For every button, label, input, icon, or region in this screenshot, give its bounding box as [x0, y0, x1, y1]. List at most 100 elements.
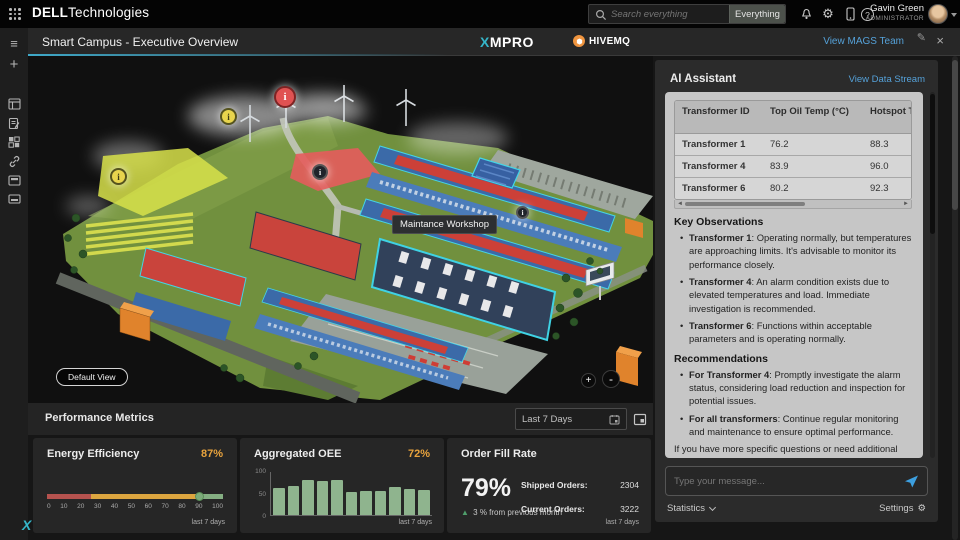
- edit-icon[interactable]: ✎: [917, 31, 926, 44]
- recommendations-list: For Transformer 4: Promptly investigate …: [680, 368, 914, 439]
- user-name: Gavin Green: [866, 4, 924, 15]
- tick-label: 50: [128, 503, 135, 510]
- mobile-icon[interactable]: [842, 6, 858, 22]
- calendar-icon: [609, 414, 620, 425]
- dell-logo: DELLTechnologies: [32, 5, 149, 20]
- warning-map-pin-2[interactable]: i: [110, 168, 127, 185]
- chevron-down-icon[interactable]: [951, 13, 957, 17]
- tick-label: 80: [178, 503, 185, 510]
- card-title: Energy Efficiency: [47, 448, 139, 460]
- recommendations-title: Recommendations: [674, 353, 914, 365]
- view-mags-team-link[interactable]: View MAGS Team: [823, 36, 904, 47]
- table-cell: Transformer 6: [675, 178, 763, 199]
- table-cell: Transformer 4: [675, 156, 763, 177]
- close-icon[interactable]: ×: [936, 33, 944, 48]
- left-sidebar: ≡ +: [0, 28, 28, 540]
- info-map-pin[interactable]: i: [312, 164, 328, 180]
- oee-bar: [389, 487, 401, 515]
- performance-metrics-header: Performance Metrics Last 7 Days: [28, 403, 653, 435]
- statistics-toggle[interactable]: Statistics: [667, 503, 715, 514]
- alert-map-pin[interactable]: i: [274, 86, 296, 108]
- default-view-button[interactable]: Default View: [56, 368, 128, 386]
- energy-efficiency-card: Energy Efficiency 87% 010203040506070809…: [33, 438, 237, 533]
- gear-icon[interactable]: ⚙: [820, 6, 836, 22]
- oee-bar: [302, 480, 314, 515]
- card-title: Aggregated OEE: [254, 448, 341, 460]
- sidebar-item-integrations[interactable]: [0, 152, 28, 170]
- scroll-right-icon[interactable]: ►: [903, 200, 909, 208]
- avatar[interactable]: [928, 4, 948, 24]
- tick-label: 60: [145, 503, 152, 510]
- hivemq-icon: [573, 35, 585, 47]
- search-input[interactable]: [611, 5, 729, 23]
- send-icon[interactable]: [904, 475, 919, 488]
- tick-label: 30: [94, 503, 101, 510]
- table-cell: 96.0: [863, 156, 912, 177]
- tick-label: 10: [60, 503, 67, 510]
- horizontal-scrollbar[interactable]: ◄ ►: [674, 200, 912, 209]
- hivemq-logo: HIVEMQ: [573, 35, 630, 47]
- section-title: Performance Metrics: [45, 412, 154, 424]
- list-item: Transformer 1: Operating normally, but t…: [680, 231, 914, 271]
- card-value: 72%: [408, 448, 430, 460]
- table-header-cell: Transformer ID: [675, 101, 763, 133]
- gauge-marker: [195, 492, 204, 501]
- bell-icon[interactable]: [798, 6, 814, 22]
- user-info[interactable]: Gavin Green ADMINISTRATOR: [866, 4, 924, 22]
- scroll-left-icon[interactable]: ◄: [677, 200, 683, 208]
- scrollbar-thumb[interactable]: [685, 202, 805, 207]
- tick-label: 0: [250, 513, 266, 520]
- gauge-ticks: 0102030405060708090100: [47, 503, 223, 510]
- table-header-cell: Top Oil Temp (°C): [763, 101, 863, 133]
- sidebar-item-forms[interactable]: [0, 114, 28, 132]
- date-range-dropdown[interactable]: Last 7 Days: [515, 408, 627, 430]
- search-scope-button[interactable]: Everything: [729, 5, 785, 23]
- sidebar-item-apps[interactable]: [0, 133, 28, 151]
- campus-scene: [28, 56, 653, 403]
- warning-map-pin[interactable]: i: [220, 108, 237, 125]
- table-cell: 80.2: [763, 178, 863, 199]
- calendar-button[interactable]: [633, 412, 647, 426]
- table-cell: Transformer 1: [675, 134, 763, 155]
- page-title: Smart Campus - Executive Overview: [42, 35, 238, 49]
- xmpro-logo: XMPRO: [480, 34, 534, 50]
- tick-label: 70: [162, 503, 169, 510]
- info-map-pin-2[interactable]: i: [516, 206, 529, 219]
- map-tooltip: Maintance Workshop: [392, 215, 497, 234]
- tick-label: 50: [250, 491, 266, 498]
- sidebar-item-dashboards[interactable]: [0, 95, 28, 113]
- message-input[interactable]: [674, 476, 904, 487]
- oee-bar: [288, 486, 300, 515]
- view-data-stream-link[interactable]: View Data Stream: [849, 74, 925, 85]
- tick-label: 100: [250, 468, 266, 475]
- tick-label: 0: [47, 503, 51, 510]
- campus-3d-map[interactable]: i i i i i Maintance Workshop Default Vie…: [28, 56, 653, 403]
- zoom-out-button[interactable]: -: [602, 370, 620, 388]
- card-value: 87%: [201, 448, 223, 460]
- table-cell: 88.3: [863, 134, 912, 155]
- transformer-table-body: Transformer 176.288.330.4Transformer 483…: [675, 134, 911, 199]
- page-scrollbar[interactable]: [952, 56, 958, 540]
- oee-bar: [346, 492, 358, 515]
- table-row: Transformer 680.292.330.5: [675, 178, 912, 199]
- vertical-scrollbar[interactable]: [930, 92, 935, 458]
- zoom-in-button[interactable]: +: [581, 373, 596, 388]
- scrollbar-thumb[interactable]: [930, 94, 935, 234]
- tick-label: 90: [195, 503, 202, 510]
- settings-button[interactable]: Settings⚙: [879, 503, 926, 514]
- app-grid-icon[interactable]: [9, 8, 21, 20]
- date-range-value: Last 7 Days: [522, 414, 609, 425]
- ai-assistant-panel: AI Assistant View Data Stream Transforme…: [655, 60, 938, 522]
- oee-bar: [273, 488, 285, 515]
- sidebar-item-panels[interactable]: [0, 171, 28, 189]
- card-footnote: last 7 days: [399, 519, 432, 526]
- sidebar-item-reports[interactable]: [0, 190, 28, 208]
- table-header-cell: Hotspot Temp (°C): [863, 101, 912, 133]
- order-fill-rate-card: Order Fill Rate 79% ▲ 3 % from previous …: [447, 438, 651, 533]
- hamburger-menu-icon[interactable]: ≡: [0, 34, 28, 52]
- scrollbar-thumb[interactable]: [952, 60, 958, 210]
- list-item: For Transformer 4: Promptly investigate …: [680, 368, 914, 408]
- top-bar: DELLTechnologies Everything ⚙ ? Gavin Gr…: [0, 0, 960, 28]
- add-icon[interactable]: +: [0, 55, 28, 73]
- table-cell: 83.9: [763, 156, 863, 177]
